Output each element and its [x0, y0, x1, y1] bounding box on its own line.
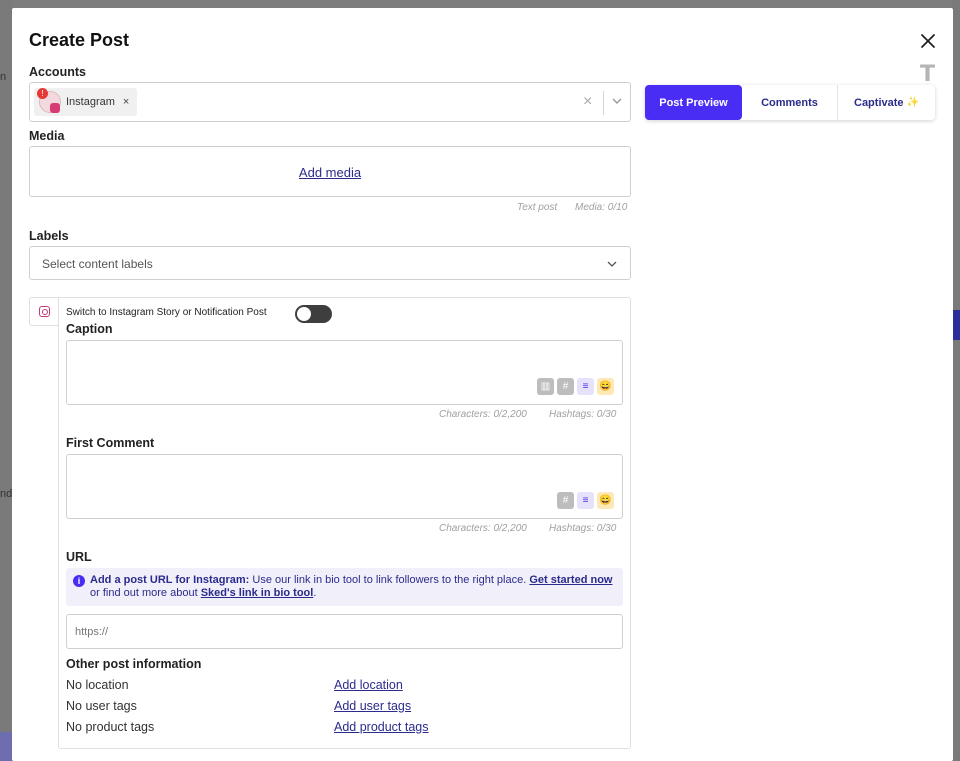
chevron-down-icon — [607, 261, 617, 267]
content-labels-select[interactable]: Select content labels — [29, 246, 631, 280]
caption-hashtag-count: Hashtags: 0/30 — [549, 409, 617, 420]
notice-text: or find out more about — [90, 587, 201, 599]
caption-textarea[interactable]: ▥ # ≡ 😄 — [66, 340, 623, 405]
notice-text: . — [313, 587, 317, 599]
accounts-select[interactable]: ! Instagram × × — [29, 82, 631, 122]
backdrop-bar — [952, 310, 960, 340]
emoji-icon[interactable]: 😄 — [597, 492, 614, 509]
notice-title: Add a post URL for Instagram: — [90, 574, 250, 586]
account-chip-instagram: ! Instagram × — [34, 88, 138, 116]
link-in-bio-link[interactable]: Sked's link in bio tool — [201, 587, 314, 599]
tab-post-preview[interactable]: Post Preview — [645, 85, 742, 120]
accounts-label: Accounts — [29, 65, 86, 79]
caption-toolbar: ▥ # ≡ 😄 — [537, 378, 614, 395]
close-icon — [921, 34, 935, 48]
account-chip-label: Instagram — [66, 96, 115, 108]
backdrop-text-fragment: nd — [0, 488, 13, 500]
first-comment-toolbar: # ≡ 😄 — [557, 492, 614, 509]
caption-char-count: Characters: 0/2,200 — [439, 409, 527, 420]
media-label: Media — [29, 129, 65, 143]
divider — [603, 91, 604, 115]
chevron-down-icon[interactable] — [610, 94, 624, 108]
preview-tabs: Post Preview Comments Captivate ✨ — [645, 85, 935, 120]
post-type-text: Text post — [517, 202, 558, 213]
backdrop-left: n nd — [0, 0, 12, 761]
modal-title: Create Post — [29, 30, 130, 50]
add-product-tags-link[interactable]: Add product tags — [334, 720, 429, 734]
add-location-link[interactable]: Add location — [334, 678, 403, 692]
first-comment-label: First Comment — [66, 436, 155, 450]
hashtag-icon[interactable]: # — [557, 378, 574, 395]
url-placeholder: https:// — [75, 626, 109, 638]
create-post-modal: Create Post T Accounts ! Instagram × × M… — [12, 8, 953, 761]
link-in-bio-notice: i Add a post URL for Instagram: Use our … — [66, 568, 623, 606]
instagram-tab[interactable] — [29, 297, 59, 326]
backdrop-right — [952, 0, 960, 761]
media-count-text: Media: 0/10 — [575, 202, 628, 213]
emoji-icon[interactable]: 😄 — [597, 378, 614, 395]
close-button[interactable] — [916, 29, 940, 53]
remove-account-button[interactable]: × — [123, 96, 129, 108]
notice-text: Use our link in bio tool to link followe… — [249, 574, 530, 586]
tab-comments[interactable]: Comments — [742, 85, 838, 120]
add-user-tags-link[interactable]: Add user tags — [334, 699, 411, 713]
other-info-label: Other post information — [66, 657, 202, 671]
location-status: No location — [66, 678, 129, 692]
labels-placeholder: Select content labels — [42, 257, 153, 271]
user-tags-status: No user tags — [66, 699, 137, 713]
clear-accounts-button[interactable]: × — [583, 93, 592, 111]
add-media-link[interactable]: Add media — [299, 165, 361, 180]
instagram-icon — [39, 306, 50, 317]
tab-captivate-label: Captivate — [854, 96, 904, 109]
story-switch-label: Switch to Instagram Story or Notificatio… — [66, 307, 267, 318]
text-tool-icon[interactable]: T — [920, 62, 935, 87]
first-comment-char-count: Characters: 0/2,200 — [439, 523, 527, 534]
tab-captivate[interactable]: Captivate ✨ — [838, 85, 935, 120]
library-icon[interactable]: ▥ — [537, 378, 554, 395]
instagram-icon — [50, 103, 60, 113]
warning-badge: ! — [37, 88, 48, 99]
url-label: URL — [66, 550, 92, 564]
first-comment-textarea[interactable]: # ≡ 😄 — [66, 454, 623, 519]
backdrop-corner — [0, 732, 12, 761]
info-icon: i — [73, 575, 85, 587]
story-toggle[interactable] — [295, 305, 332, 323]
product-tags-status: No product tags — [66, 720, 155, 734]
first-comment-hashtag-count: Hashtags: 0/30 — [549, 523, 617, 534]
comment-icon[interactable]: ≡ — [577, 492, 594, 509]
caption-label: Caption — [66, 322, 113, 336]
url-input[interactable]: https:// — [66, 614, 623, 649]
comment-icon[interactable]: ≡ — [577, 378, 594, 395]
get-started-link[interactable]: Get started now — [529, 574, 612, 586]
media-dropzone[interactable]: Add media — [29, 146, 631, 197]
labels-label: Labels — [29, 229, 69, 243]
toggle-knob — [297, 307, 311, 321]
backdrop-text-fragment: n — [0, 71, 7, 83]
hashtag-icon[interactable]: # — [557, 492, 574, 509]
sparkle-icon: ✨ — [906, 97, 919, 108]
